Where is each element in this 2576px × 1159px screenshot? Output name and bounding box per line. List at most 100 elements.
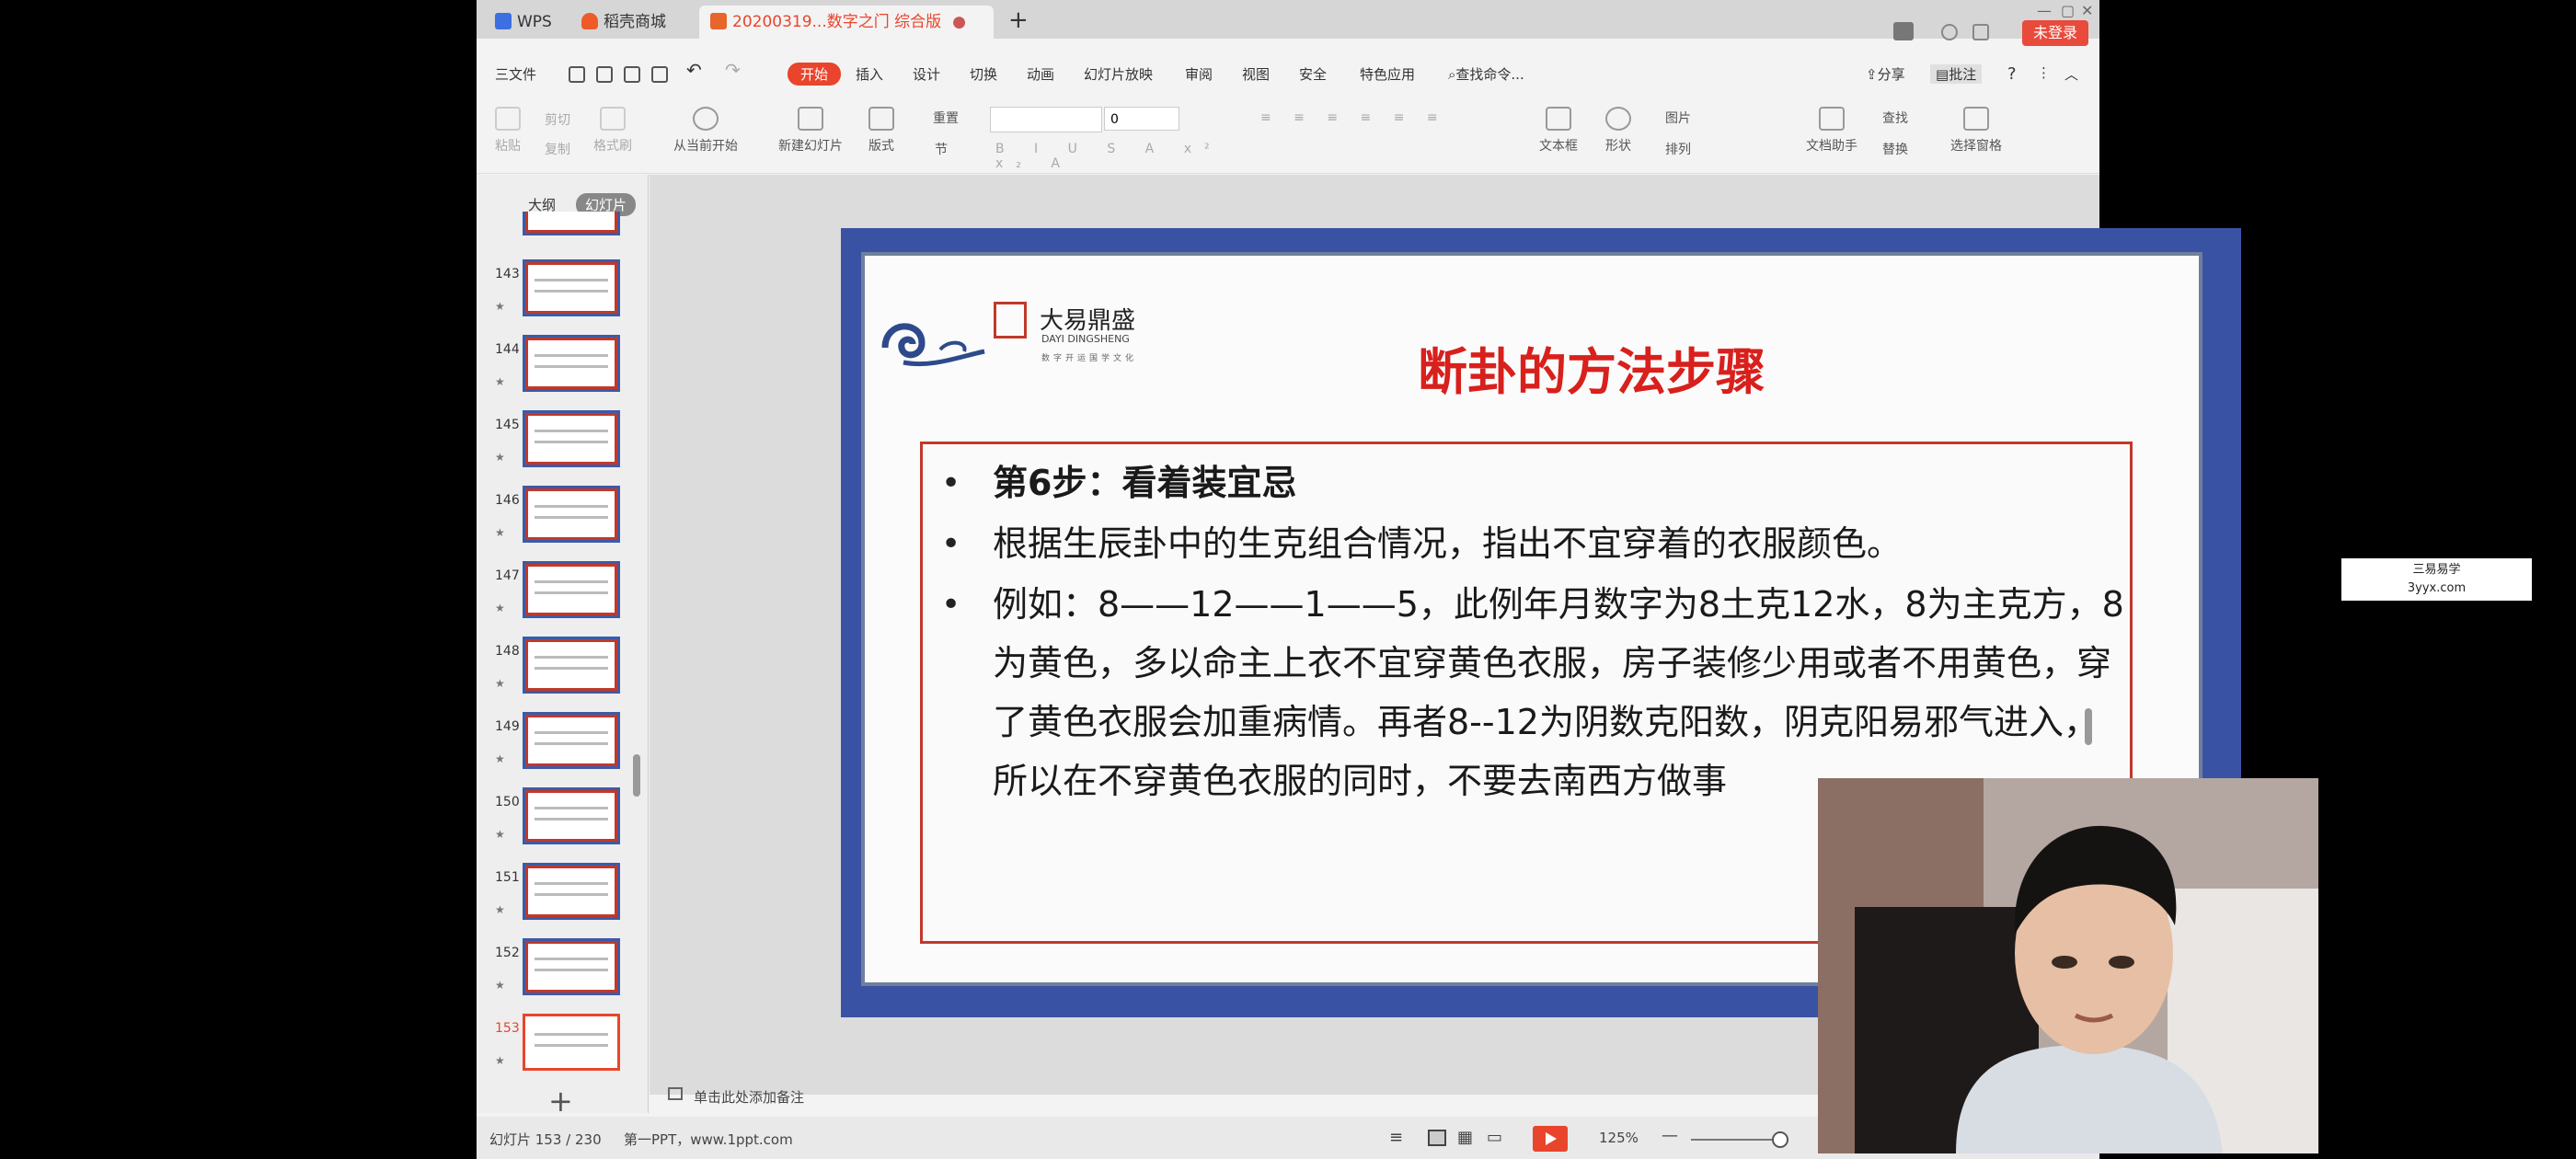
share-button[interactable]: ⇪分享	[1866, 64, 1905, 84]
thumbnail-143[interactable]: 143 ★	[477, 259, 648, 326]
account-icon[interactable]	[1893, 22, 1914, 40]
layout-icon	[868, 107, 894, 131]
save-icon[interactable]	[569, 66, 585, 83]
logo-tagline: 数字开运国学文化	[1041, 354, 1138, 363]
font-name-field[interactable]	[990, 107, 1102, 132]
reading-view-icon[interactable]: ▭	[1487, 1128, 1502, 1147]
undo-icon[interactable]: ↶	[686, 59, 702, 81]
cut-button[interactable]: 剪切	[537, 110, 578, 129]
close-tab-icon[interactable]: ●	[952, 13, 966, 31]
zoom-slider-handle[interactable]	[1772, 1131, 1788, 1148]
doc-assistant-icon	[1819, 107, 1845, 131]
select-pane-icon	[1963, 107, 1989, 131]
thumbnail-partial[interactable]	[477, 212, 648, 235]
thumbnail-151[interactable]: 151 ★	[477, 863, 648, 929]
select-pane-button[interactable]: 选择窗格	[1945, 107, 2007, 155]
export-pdf-icon[interactable]	[596, 66, 613, 83]
menu-transition[interactable]: 切换	[970, 64, 997, 84]
bullet-2-marker: •	[941, 525, 961, 563]
text-box-icon	[1546, 107, 1571, 131]
minimize-icon[interactable]: —	[2037, 2, 2052, 19]
zoom-level[interactable]: 125%	[1599, 1130, 1639, 1146]
paste-icon	[495, 107, 521, 131]
doc-assistant-button[interactable]: 文档助手	[1801, 107, 1862, 155]
find-button[interactable]: 查找	[1869, 109, 1921, 127]
layout-button[interactable]: 版式	[861, 107, 902, 155]
picture-button[interactable]: 图片	[1652, 109, 1704, 127]
webcam-overlay	[1818, 778, 2318, 1153]
new-slide-button[interactable]: 新建幻灯片	[771, 107, 850, 155]
thumbnail-scrollbar[interactable]	[633, 754, 640, 797]
replace-button[interactable]: 替换	[1869, 140, 1921, 158]
menu-design[interactable]: 设计	[913, 64, 940, 84]
section-button[interactable]: 节	[918, 140, 964, 158]
watermark-line-2: 3yyx.com	[2407, 581, 2467, 595]
tab-current-document[interactable]: 20200319...数字之门 综合版 ●	[699, 6, 994, 39]
notes-toggle-icon[interactable]: ≡	[1389, 1128, 1403, 1147]
shapes-button[interactable]: 形状	[1595, 107, 1641, 155]
copy-button[interactable]: 复制	[537, 140, 578, 158]
font-size-field[interactable]: 0	[1104, 107, 1179, 131]
collapse-ribbon-icon[interactable]: ︿	[2064, 64, 2078, 84]
reset-button[interactable]: 重置	[918, 109, 973, 127]
zoom-slider[interactable]	[1691, 1139, 1777, 1141]
thumbnail-153[interactable]: 153 ★	[477, 1014, 648, 1080]
thumbnail-152[interactable]: 152 ★	[477, 938, 648, 1004]
menu-file[interactable]: 三文件	[495, 64, 536, 84]
command-search[interactable]: ⌕查找命令...	[1448, 64, 1524, 84]
menu-features[interactable]: 特色应用	[1360, 64, 1415, 84]
more-icon[interactable]: ⋮	[2037, 64, 2051, 81]
thumbnail-145[interactable]: 145 ★	[477, 410, 648, 476]
add-slide-button[interactable]: +	[548, 1084, 573, 1119]
play-from-current-button[interactable]: 从当前开始	[664, 107, 747, 155]
play-circle-icon	[693, 107, 719, 131]
canvas-scrollbar[interactable]	[2085, 708, 2092, 745]
comment-button[interactable]: ▤批注	[1930, 64, 1983, 84]
presenter-video	[1818, 778, 2318, 1153]
skin-icon[interactable]	[1972, 24, 1989, 40]
menu-security[interactable]: 安全	[1299, 64, 1327, 84]
text-format-group: B I U S A x² x₂ A	[995, 142, 1223, 171]
logo-english: DAYI DINGSHENG	[1041, 333, 1130, 345]
slideshow-play-button[interactable]	[1533, 1126, 1568, 1152]
tab-wps[interactable]: WPS	[484, 6, 569, 39]
thumbnail-148[interactable]: 148 ★	[477, 637, 648, 703]
site-watermark: 三易易学 3yyx.com	[2341, 558, 2532, 601]
close-window-icon[interactable]: ✕	[2081, 2, 2093, 19]
new-tab-button[interactable]: +	[1008, 6, 1029, 35]
print-icon[interactable]	[624, 66, 640, 83]
paste-button[interactable]: 粘贴	[488, 107, 528, 155]
menu-insert[interactable]: 插入	[856, 64, 883, 84]
print-preview-icon[interactable]	[651, 66, 668, 83]
zoom-out-icon[interactable]: —	[1662, 1126, 1678, 1145]
sorter-view-icon[interactable]: ▦	[1457, 1128, 1473, 1147]
bullet-1: 第6步：看着装宜忌	[993, 463, 1297, 503]
menu-view[interactable]: 视图	[1242, 64, 1270, 84]
ribbon: 粘贴 剪切 复制 格式刷 从当前开始 新建幻灯片 版式 重置 节 0 B I U…	[477, 98, 2099, 174]
thumbnail-146[interactable]: 146 ★	[477, 486, 648, 552]
thumbnail-147[interactable]: 147 ★	[477, 561, 648, 627]
menu-review[interactable]: 审阅	[1185, 64, 1213, 84]
normal-view-icon[interactable]	[1428, 1130, 1446, 1146]
settings-icon[interactable]	[1941, 24, 1958, 40]
menu-home[interactable]: 开始	[788, 63, 842, 86]
arrange-button[interactable]: 排列	[1652, 140, 1704, 158]
text-box-button[interactable]: 文本框	[1533, 107, 1584, 155]
wps-logo-icon	[495, 13, 512, 29]
brush-icon	[600, 107, 626, 131]
logo-name: 大易鼎盛	[1040, 307, 1136, 335]
tab-bar: WPS 稻壳商城 20200319...数字之门 综合版 ● + — ▢ ✕ 未登…	[477, 0, 2099, 46]
menu-slideshow[interactable]: 幻灯片放映	[1084, 64, 1153, 84]
thumbnail-144[interactable]: 144 ★	[477, 335, 648, 401]
thumbnail-149[interactable]: 149 ★	[477, 712, 648, 778]
tab-docer-store[interactable]: 稻壳商城	[570, 6, 697, 39]
help-button[interactable]: ?	[2007, 64, 2017, 84]
menu-animation[interactable]: 动画	[1027, 64, 1054, 84]
cloud-swirl-logo	[881, 323, 985, 367]
login-button[interactable]: 未登录	[2022, 20, 2088, 46]
redo-icon[interactable]: ↷	[725, 59, 741, 81]
maximize-icon[interactable]: ▢	[2061, 2, 2075, 19]
thumbnail-150[interactable]: 150 ★	[477, 787, 648, 854]
bullet-2: 根据生辰卦中的生克组合情况，指出不宜穿着的衣服颜色。	[993, 523, 1903, 564]
format-painter-button[interactable]: 格式刷	[591, 107, 635, 155]
